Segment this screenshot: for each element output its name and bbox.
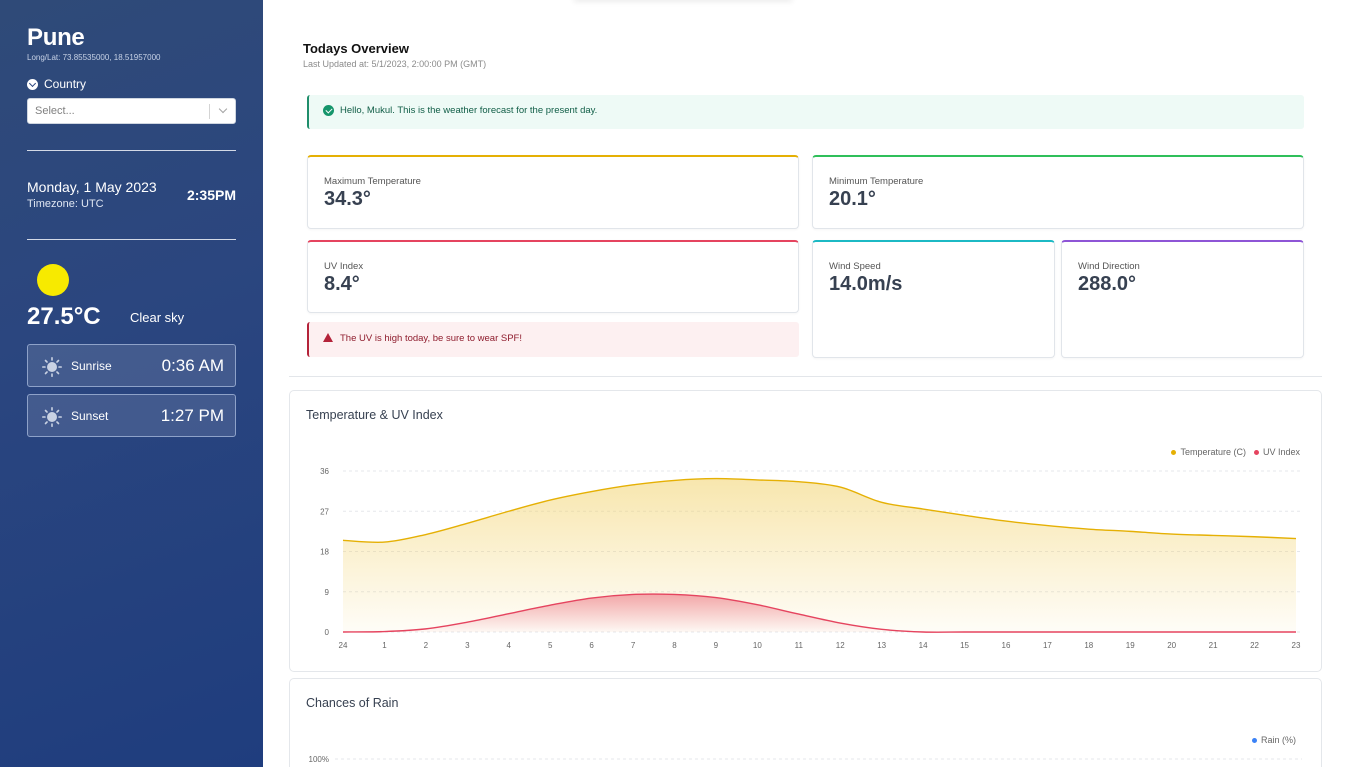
- temperature-uv-chart: 0918273624 1 2 3 4 5 6 7 8 9 10 11 12 13 14 15 16 17 18 19 2…: [320, 467, 1302, 650]
- sunrise-label: Sunrise: [71, 359, 112, 373]
- chevron-down-icon: [27, 78, 38, 90]
- x-tick-label: 1: [382, 641, 387, 650]
- current-date: Monday, 1 May 2023: [27, 179, 157, 195]
- sunset-label: Sunset: [71, 409, 109, 423]
- x-tick-label: 5: [548, 641, 553, 650]
- greeting-alert: Hello, Mukul. This is the weather foreca…: [307, 95, 1304, 129]
- sunrise-box: Sunrise 0:36 AM: [27, 344, 236, 387]
- wind-direction-value: 288.0°: [1078, 273, 1137, 295]
- greeting-text: Hello, Mukul. This is the weather foreca…: [340, 105, 598, 116]
- x-tick-label: 16: [1002, 641, 1011, 650]
- max-temperature-label: Maximum Temperature: [324, 176, 421, 187]
- divider: [27, 239, 236, 240]
- min-temperature-value: 20.1°: [829, 188, 876, 210]
- uv-index-label: UV Index: [324, 261, 364, 272]
- wind-direction-label: Wind Direction: [1078, 261, 1140, 272]
- x-tick-label: 8: [672, 641, 677, 650]
- y-tick-label: 18: [320, 548, 329, 557]
- x-tick-label: 3: [465, 641, 470, 650]
- x-tick-label: 11: [795, 641, 804, 650]
- section-divider: [289, 376, 1322, 377]
- min-temperature-label: Minimum Temperature: [829, 176, 924, 187]
- wind-speed-value: 14.0m/s: [829, 273, 903, 295]
- y-tick-label: 9: [325, 588, 330, 597]
- uv-warning-alert: The UV is high today, be sure to wear SP…: [307, 322, 799, 357]
- x-tick-label: 19: [1126, 641, 1135, 650]
- current-temperature: 27.5°C: [27, 303, 101, 330]
- sunset-box: Sunset 1:27 PM: [27, 394, 236, 437]
- sunrise-time: 0:36 AM: [161, 356, 224, 375]
- sunset-icon: [42, 407, 62, 427]
- uv-warning-text: The UV is high today, be sure to wear SP…: [340, 333, 522, 344]
- temperature-uv-chart-panel: Temperature & UV Index Temperature (C) U…: [289, 390, 1322, 672]
- y-tick-label: 0: [325, 628, 330, 637]
- x-tick-label: 20: [1167, 641, 1176, 650]
- warning-icon: [323, 333, 333, 342]
- x-tick-label: 12: [836, 641, 845, 650]
- page-title: Todays Overview: [303, 41, 409, 56]
- coordinates: Long/Lat: 73.85535000, 18.51957000: [27, 53, 161, 62]
- sunrise-icon: [42, 357, 62, 377]
- x-tick-label: 6: [589, 641, 594, 650]
- x-tick-label: 24: [339, 641, 348, 650]
- x-tick-label: 10: [753, 641, 762, 650]
- dropdown-arrow-icon[interactable]: [218, 104, 228, 114]
- sun-icon: [37, 264, 69, 296]
- y-tick-label: 27: [320, 507, 329, 516]
- x-tick-label: 23: [1292, 641, 1301, 650]
- country-select-placeholder: Select...: [35, 105, 75, 117]
- rain-chart: 100%: [309, 755, 1302, 764]
- x-tick-label: 13: [877, 641, 886, 650]
- x-tick-label: 15: [960, 641, 969, 650]
- city-name: Pune: [27, 24, 85, 51]
- sidebar: Pune Long/Lat: 73.85535000, 18.51957000 …: [0, 0, 263, 767]
- x-tick-label: 21: [1209, 641, 1218, 650]
- y-tick-label: 36: [320, 467, 329, 476]
- uv-index-card: UV Index 8.4°: [307, 240, 799, 313]
- x-tick-label: 14: [919, 641, 928, 650]
- max-temperature-card: Maximum Temperature 34.3°: [307, 155, 799, 229]
- x-tick-label: 7: [631, 641, 636, 650]
- current-time: 2:35PM: [186, 187, 236, 203]
- series-area-temperature: [343, 478, 1296, 632]
- last-updated: Last Updated at: 5/1/2023, 2:00:00 PM (G…: [303, 59, 487, 69]
- wind-speed-card: Wind Speed 14.0m/s: [812, 240, 1055, 358]
- x-tick-label: 22: [1250, 641, 1259, 650]
- x-tick-label: 17: [1043, 641, 1052, 650]
- max-temperature-value: 34.3°: [324, 188, 371, 210]
- x-tick-label: 18: [1084, 641, 1093, 650]
- timezone: Timezone: UTC: [27, 198, 104, 210]
- wind-speed-label: Wind Speed: [829, 261, 881, 272]
- country-label-text: Country: [44, 77, 87, 91]
- x-tick-label: 4: [507, 641, 512, 650]
- check-circle-icon: [323, 105, 334, 116]
- divider: [27, 150, 236, 151]
- select-separator: [209, 104, 210, 119]
- rain-chart-panel: Chances of Rain Rain (%) 100%: [289, 678, 1322, 767]
- uv-index-value: 8.4°: [324, 273, 360, 295]
- rain-y-tick: 100%: [309, 755, 329, 764]
- min-temperature-card: Minimum Temperature 20.1°: [812, 155, 1304, 229]
- main-content: Todays Overview Last Updated at: 5/1/202…: [263, 0, 1348, 767]
- wind-direction-card: Wind Direction 288.0°: [1061, 240, 1304, 358]
- country-select[interactable]: Select...: [27, 98, 236, 124]
- x-tick-label: 9: [714, 641, 719, 650]
- sunset-time: 1:27 PM: [160, 406, 224, 425]
- x-tick-label: 2: [424, 641, 429, 650]
- country-label: Country: [27, 77, 86, 91]
- weather-condition: Clear sky: [130, 310, 185, 325]
